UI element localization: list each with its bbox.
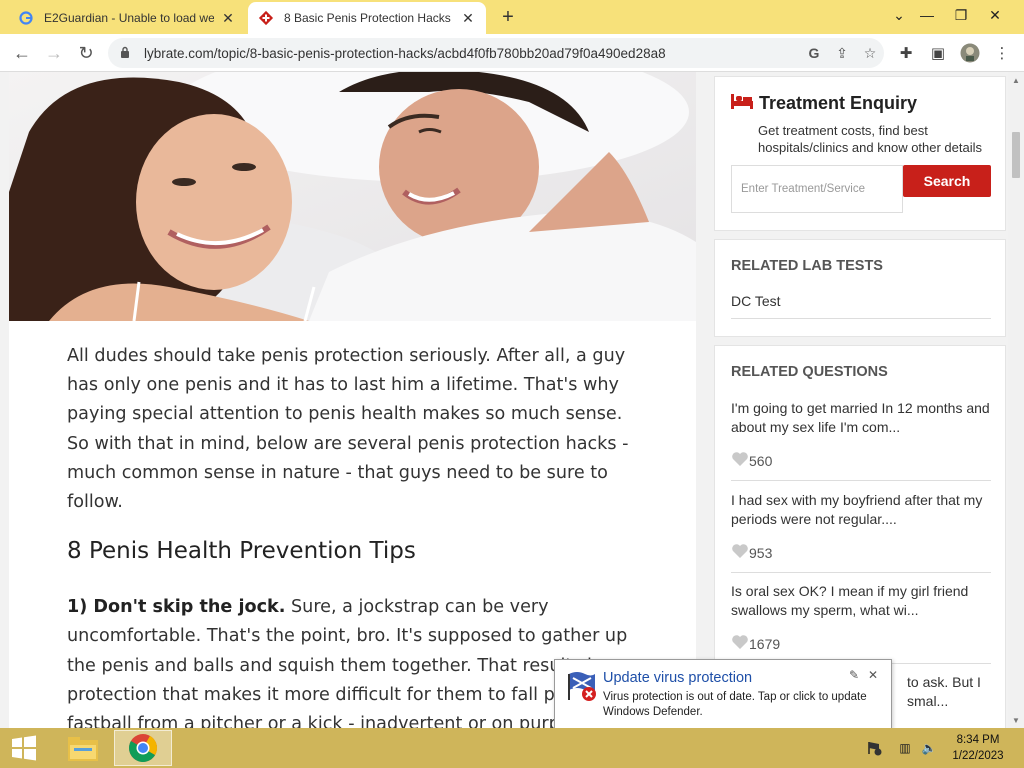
chrome-icon — [129, 734, 157, 762]
scroll-thumb[interactable] — [1012, 132, 1020, 178]
notification-title: Update virus protection — [603, 670, 753, 686]
volume-icon[interactable]: 🔈 — [920, 740, 938, 756]
likes-count: 1679 — [749, 635, 781, 652]
windows-logo-icon — [12, 735, 36, 761]
question-text-partial[interactable]: to ask. But I smal... — [907, 673, 997, 711]
heart-icon[interactable] — [731, 451, 749, 470]
share-icon[interactable]: ⇪ — [828, 41, 856, 65]
likes-count: 560 — [749, 452, 773, 469]
lab-tests-heading: RELATED LAB TESTS — [731, 258, 883, 274]
google-g-icon — [18, 10, 34, 26]
file-explorer-app[interactable] — [54, 730, 112, 766]
tab-title: 8 Basic Penis Protection Hacks - L — [284, 11, 454, 25]
restore-icon[interactable]: ❐ — [944, 0, 978, 30]
question-text: I had sex with my boyfriend after that m… — [731, 492, 983, 527]
question-likes: 1679 — [731, 634, 991, 653]
google-lens-icon[interactable]: G — [800, 41, 828, 65]
article-column: All dudes should take penis protection s… — [9, 72, 696, 728]
treatment-enquiry-card: Treatment Enquiry Get treatment costs, f… — [714, 76, 1006, 231]
search-button[interactable]: Search — [903, 165, 991, 197]
questions-heading: RELATED QUESTIONS — [731, 364, 888, 380]
question-item[interactable]: I'm going to get married In 12 months an… — [731, 399, 991, 481]
question-likes: 953 — [731, 543, 991, 562]
system-clock[interactable]: 8:34 PM 1/22/2023 — [946, 732, 1010, 764]
forward-arrow-icon[interactable]: → — [42, 41, 66, 65]
heart-icon[interactable] — [731, 634, 749, 653]
lab-test-item[interactable]: DC Test — [731, 293, 991, 319]
url-text: lybrate.com/topic/8-basic-penis-protecti… — [144, 45, 666, 61]
browser-titlebar: E2Guardian - Unable to load web ✕ 8 Basi… — [0, 0, 1024, 34]
reload-icon[interactable]: ↻ — [74, 41, 98, 65]
folder-icon — [68, 737, 98, 761]
close-notification-icon[interactable]: ✕ — [866, 668, 880, 682]
extensions-icon[interactable]: ✚ — [894, 41, 918, 65]
side-panel-icon[interactable]: ▣ — [926, 41, 950, 65]
pin-icon[interactable]: ✎ — [847, 668, 861, 682]
start-button[interactable] — [0, 730, 48, 766]
bookmark-star-icon[interactable]: ☆ — [856, 41, 884, 65]
browser-toolbar: ← → ↻ lybrate.com/topic/8-basic-penis-pr… — [0, 34, 1024, 72]
address-bar[interactable]: lybrate.com/topic/8-basic-penis-protecti… — [108, 38, 884, 68]
notification-text: Virus protection is out of date. Tap or … — [603, 691, 867, 718]
tab-lybrate[interactable]: 8 Basic Penis Protection Hacks - L ✕ — [248, 2, 486, 34]
network-icon[interactable]: ▥ — [896, 740, 914, 756]
close-tab-icon[interactable]: ✕ — [220, 10, 236, 26]
tip-lead: 1) Don't skip the jock. — [67, 597, 286, 618]
question-text: I'm going to get married In 12 months an… — [731, 400, 990, 435]
profile-avatar[interactable] — [958, 41, 982, 65]
tab-title: E2Guardian - Unable to load web — [44, 11, 214, 25]
clock-time: 8:34 PM — [956, 734, 1000, 746]
heart-icon[interactable] — [731, 543, 749, 562]
bed-icon — [731, 93, 753, 114]
defender-notification[interactable]: Update virus protection Virus protection… — [554, 659, 892, 729]
close-window-icon[interactable]: ✕ — [978, 0, 1012, 30]
likes-count: 953 — [749, 544, 773, 561]
defender-tray-icon[interactable] — [866, 740, 884, 756]
question-item[interactable]: Is oral sex OK? I mean if my girl friend… — [731, 582, 991, 664]
scroll-up-arrow-icon[interactable]: ▲ — [1008, 72, 1024, 88]
question-likes: 560 — [731, 451, 991, 470]
intro-paragraph: All dudes should take penis protection s… — [67, 346, 629, 513]
lybrate-icon — [258, 10, 274, 26]
page-viewport: All dudes should take penis protection s… — [0, 72, 1008, 728]
scroll-down-arrow-icon[interactable]: ▼ — [1008, 712, 1024, 728]
question-text: Is oral sex OK? I mean if my girl friend… — [731, 583, 969, 618]
lock-icon[interactable] — [120, 46, 134, 61]
close-tab-icon[interactable]: ✕ — [460, 10, 476, 26]
enquiry-title: Treatment Enquiry — [759, 93, 918, 113]
back-arrow-icon[interactable]: ← — [10, 41, 34, 65]
menu-kebab-icon[interactable]: ⋮ — [990, 41, 1014, 65]
windows-taskbar: ▥ 🔈 8:34 PM 1/22/2023 — [0, 728, 1024, 768]
page-scrollbar[interactable]: ▲ ▼ — [1008, 72, 1024, 728]
related-lab-tests-card: RELATED LAB TESTS DC Test — [714, 239, 1006, 337]
enquiry-title-row: Treatment Enquiry — [731, 93, 993, 114]
enquiry-description: Get treatment costs, find best hospitals… — [758, 123, 983, 155]
minimize-icon[interactable]: — — [910, 0, 944, 30]
article-hero-image — [9, 72, 696, 321]
section-heading: 8 Penis Health Prevention Tips — [67, 538, 416, 565]
question-item[interactable]: I had sex with my boyfriend after that m… — [731, 491, 991, 573]
defender-flag-icon — [565, 670, 599, 707]
chrome-app[interactable] — [114, 730, 172, 766]
treatment-search-input[interactable]: Enter Treatment/Service — [731, 165, 903, 213]
clock-date: 1/22/2023 — [952, 750, 1004, 762]
new-tab-button[interactable]: + — [496, 6, 520, 28]
tab-e2guardian[interactable]: E2Guardian - Unable to load web ✕ — [8, 2, 246, 34]
